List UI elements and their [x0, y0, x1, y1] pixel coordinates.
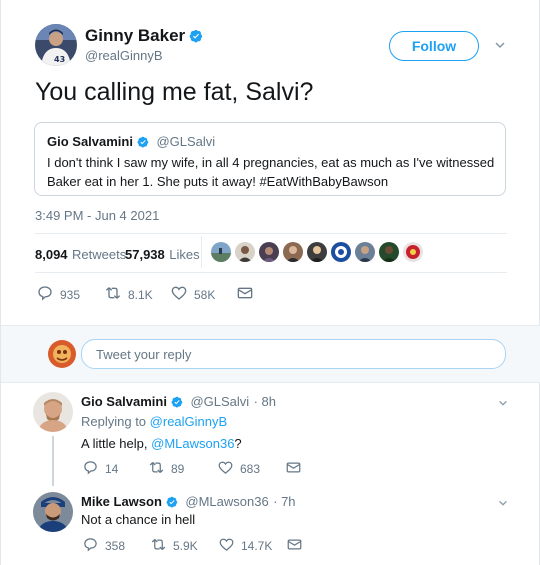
- liker-avatar[interactable]: [283, 242, 303, 262]
- heart-icon: [218, 460, 240, 478]
- svg-text:43: 43: [54, 55, 65, 64]
- like-action[interactable]: 683: [218, 460, 260, 478]
- reply-icon: [83, 537, 105, 555]
- reply-author-name[interactable]: Gio Salvamini: [81, 394, 167, 409]
- retweets-label: Retweets: [72, 247, 127, 262]
- reply-avatar[interactable]: [33, 492, 73, 532]
- retweet-count: 5.9K: [173, 539, 198, 553]
- divider: [35, 233, 507, 234]
- liker-avatar[interactable]: [235, 242, 255, 262]
- likes-stat[interactable]: 57,938 Likes: [125, 246, 200, 264]
- liker-avatar[interactable]: [259, 242, 279, 262]
- retweet-count: 89: [171, 462, 185, 476]
- retweet-action[interactable]: 8.1K: [105, 285, 153, 304]
- tweet-page: 43 Ginny Baker @realGinnyB Follow You ca…: [0, 0, 540, 565]
- follow-button[interactable]: Follow: [389, 31, 479, 61]
- reply-action[interactable]: 14: [83, 460, 118, 478]
- retweet-icon: [105, 285, 128, 304]
- like-action[interactable]: 58K: [171, 285, 215, 304]
- author-name-row[interactable]: Ginny Baker: [85, 26, 203, 48]
- reply-header: Mike Lawson @MLawson36 · 7h: [81, 493, 296, 513]
- direct-message-action[interactable]: [237, 285, 260, 304]
- quoted-author-handle: @GLSalvi: [156, 134, 216, 149]
- envelope-icon: [286, 460, 308, 478]
- like-count: 683: [240, 462, 261, 476]
- chevron-down-icon[interactable]: [497, 496, 509, 514]
- reply-action[interactable]: 358: [83, 537, 125, 555]
- tweet-timestamp[interactable]: 3:49 PM - Jun 4 2021: [35, 208, 159, 223]
- likes-count: 57,938: [125, 247, 165, 262]
- like-action[interactable]: 14.7K: [219, 537, 272, 555]
- quoted-tweet[interactable]: Gio Salvamini @GLSalvi I don't think I s…: [34, 122, 506, 196]
- liker-avatar[interactable]: [331, 242, 351, 262]
- reply-author-handle[interactable]: @GLSalvi: [190, 394, 249, 409]
- chevron-down-icon[interactable]: [497, 396, 509, 414]
- reply-icon: [83, 460, 105, 478]
- quoted-header: Gio Salvamini @GLSalvi: [47, 133, 215, 153]
- verified-badge-icon: [137, 135, 149, 153]
- tweet-reply-input[interactable]: Tweet your reply: [81, 339, 506, 369]
- direct-message-action[interactable]: [286, 460, 308, 478]
- verified-badge-icon: [189, 28, 203, 48]
- reply-text: Not a chance in hell: [81, 512, 196, 527]
- envelope-icon: [237, 285, 260, 304]
- reply-time[interactable]: · 8h: [254, 394, 276, 409]
- like-count: 14.7K: [241, 539, 273, 553]
- quoted-text: I don't think I saw my wife, in all 4 pr…: [47, 155, 495, 189]
- liker-avatar[interactable]: [403, 242, 423, 262]
- envelope-icon: [287, 537, 309, 555]
- verified-badge-icon: [171, 395, 183, 413]
- liker-avatar[interactable]: [307, 242, 327, 262]
- like-count: 58K: [194, 287, 216, 302]
- author-avatar[interactable]: 43: [35, 24, 77, 66]
- reply-author-name[interactable]: Mike Lawson: [81, 494, 162, 509]
- divider: [1, 382, 540, 383]
- retweet-action[interactable]: 89: [149, 460, 184, 478]
- reply-avatar[interactable]: [33, 392, 73, 432]
- reply-text-suffix: ?: [234, 436, 242, 451]
- likes-label: Likes: [169, 247, 200, 262]
- reply-text-prefix: A little help,: [81, 436, 148, 451]
- verified-badge-icon: [166, 495, 178, 513]
- mention-link[interactable]: @MLawson36: [151, 436, 234, 451]
- author-handle[interactable]: @realGinnyB: [85, 48, 163, 63]
- tweet-text: You calling me fat, Salvi?: [35, 78, 314, 106]
- divider: [35, 272, 507, 273]
- reply-icon: [37, 285, 60, 304]
- reply-action[interactable]: 935: [37, 285, 80, 304]
- reply-count: 358: [105, 539, 126, 553]
- retweet-action[interactable]: 5.9K: [151, 537, 198, 555]
- thread-connector: [52, 436, 54, 486]
- retweet-icon: [151, 537, 173, 555]
- reply-text: A little help, @MLawson36?: [81, 436, 242, 451]
- reply-author-handle[interactable]: @MLawson36: [185, 494, 268, 509]
- reply-composer: Tweet your reply: [1, 326, 540, 382]
- reply-placeholder: Tweet your reply: [96, 346, 192, 362]
- author-name[interactable]: Ginny Baker: [85, 26, 185, 45]
- retweet-icon: [149, 460, 171, 478]
- replying-to: Replying to @realGinnyB: [81, 414, 227, 429]
- current-user-avatar[interactable]: [48, 340, 76, 368]
- replying-to-prefix: Replying to: [81, 414, 147, 429]
- reply-header: Gio Salvamini @GLSalvi · 8h: [81, 393, 276, 413]
- retweets-stat[interactable]: 8,094 Retweets: [35, 246, 126, 264]
- liker-avatar[interactable]: [379, 242, 399, 262]
- replying-to-link[interactable]: @realGinnyB: [150, 414, 228, 429]
- liker-avatar[interactable]: [355, 242, 375, 262]
- stats-separator: [201, 236, 202, 268]
- retweet-count: 8.1K: [128, 287, 153, 302]
- direct-message-action[interactable]: [287, 537, 309, 555]
- retweets-count: 8,094: [35, 247, 68, 262]
- liker-avatar[interactable]: [211, 242, 231, 262]
- reply-count: 14: [105, 462, 119, 476]
- heart-icon: [219, 537, 241, 555]
- chevron-down-icon[interactable]: [493, 38, 507, 57]
- reply-count: 935: [60, 287, 81, 302]
- reply-time[interactable]: · 7h: [273, 494, 295, 509]
- heart-icon: [171, 285, 194, 304]
- likers-avatars[interactable]: [211, 242, 423, 262]
- quoted-author-name: Gio Salvamini: [47, 134, 133, 149]
